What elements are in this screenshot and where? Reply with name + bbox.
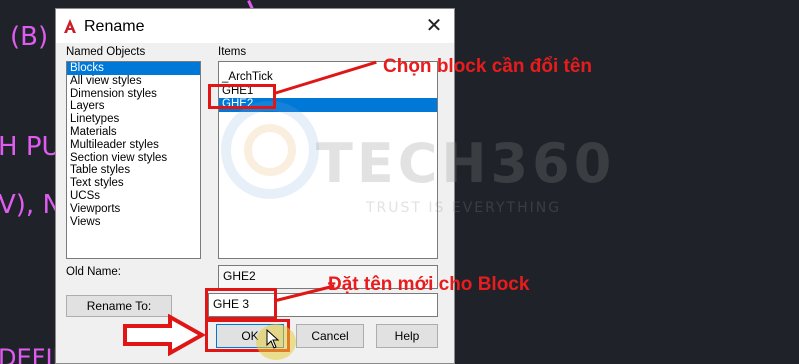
canvas-text: (B)	[10, 22, 49, 52]
dialog-titlebar[interactable]: Rename ✕	[56, 9, 454, 43]
help-button[interactable]: Help	[376, 324, 438, 348]
dialog-title: Rename	[84, 18, 145, 35]
right-arrow-icon	[123, 314, 206, 356]
named-objects-label: Named Objects	[66, 46, 146, 58]
annotation-new-name: Đặt tên mới cho Block	[328, 274, 530, 295]
list-item[interactable]: Table styles	[67, 164, 200, 177]
annotation-select-block: Chọn block cần đổi tên	[383, 56, 593, 77]
autocad-logo-icon	[64, 19, 76, 33]
list-item[interactable]: Views	[67, 216, 200, 229]
list-item[interactable]: UCSs	[67, 190, 200, 203]
list-item[interactable]: Linetypes	[67, 113, 200, 126]
close-icon[interactable]: ✕	[424, 15, 444, 37]
named-objects-list[interactable]: Blocks All view styles Dimension styles …	[66, 61, 201, 259]
highlight-box-new-name	[205, 288, 277, 320]
list-item[interactable]: Section view styles	[67, 152, 200, 165]
list-item[interactable]: Multileader styles	[67, 139, 200, 152]
items-label: Items	[218, 46, 247, 58]
list-item[interactable]: Dimension styles	[67, 88, 200, 101]
list-item[interactable]: Blocks	[67, 62, 200, 75]
list-item[interactable]: Text styles	[67, 177, 200, 190]
list-item[interactable]: Materials	[67, 126, 200, 139]
old-name-label: Old Name:	[66, 266, 121, 278]
canvas-text: V), N	[0, 190, 62, 220]
highlight-box-item	[208, 84, 276, 109]
list-item[interactable]: All view styles	[67, 75, 200, 88]
watermark-subtitle: TRUST IS EVERYTHING	[366, 200, 562, 216]
list-item[interactable]: Layers	[67, 100, 200, 113]
cancel-button[interactable]: Cancel	[296, 324, 364, 348]
canvas-text: H PU	[0, 132, 61, 162]
watermark-title: TECH360	[316, 132, 616, 195]
mouse-cursor-icon	[266, 329, 280, 349]
list-item[interactable]: Viewports	[67, 203, 200, 216]
